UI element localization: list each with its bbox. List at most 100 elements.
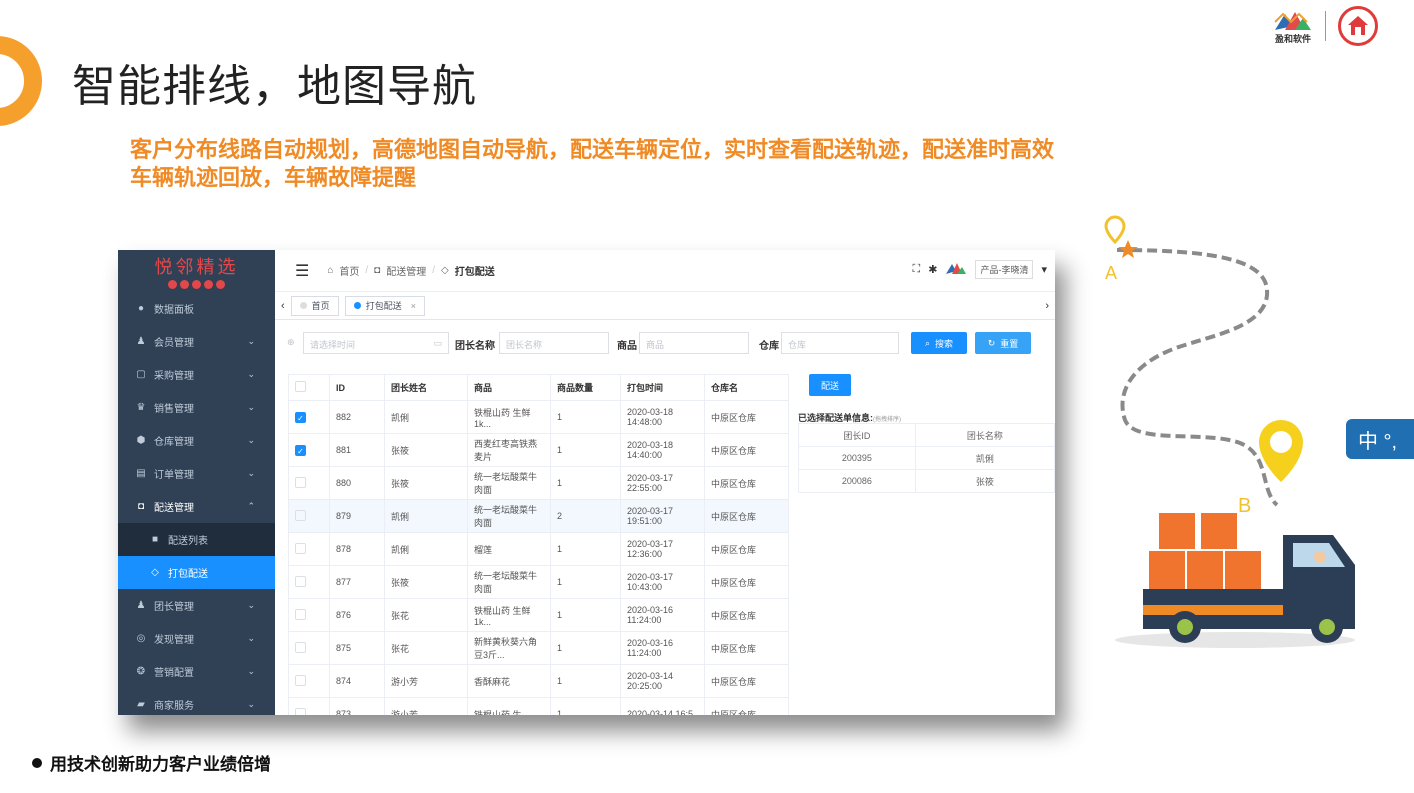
sidebar-item-dashboard[interactable]: ● 数据面板 bbox=[118, 292, 275, 325]
tab-package-delivery[interactable]: 打包配送 × bbox=[344, 295, 425, 316]
package-table: ID 团长姓名 商品 商品数量 打包时间 仓库名 ✓ 882 凯俐 铁棍山药 生鲜1… bbox=[288, 374, 789, 715]
search-button[interactable]: ⌕ 搜索 bbox=[911, 332, 967, 354]
row-checkbox[interactable] bbox=[295, 674, 306, 686]
column-header-warehouse[interactable]: 仓库名 bbox=[704, 374, 789, 401]
sidebar-item-delivery-list[interactable]: ■ 配送列表 bbox=[118, 523, 275, 556]
table-row[interactable]: ✓ 882 凯俐 铁棍山药 生鲜1k... 1 2020-03-18 14:48:00 中… bbox=[288, 400, 789, 434]
sidebar-item-purchase[interactable]: ▢ 采购管理 ⌄ bbox=[118, 358, 275, 391]
table-row[interactable]: 873 游小芳 铁棍山药 生 1 2020-03-14 16:5 中原区仓库 bbox=[288, 697, 789, 715]
row-checkbox[interactable] bbox=[295, 641, 306, 653]
members-icon: ♟ bbox=[136, 336, 146, 347]
row-checkbox[interactable] bbox=[295, 509, 306, 521]
row-checkbox[interactable] bbox=[295, 608, 306, 620]
breadcrumb-separator: / bbox=[432, 265, 435, 276]
reset-button[interactable]: ↻ 重置 bbox=[975, 332, 1031, 354]
table-row[interactable]: 875 张花 新鲜黄秋葵六角豆3斤... 1 2020-03-16 11:24:00 中原… bbox=[288, 631, 789, 665]
sidebar-item-package-delivery[interactable]: ◇ 打包配送 bbox=[118, 556, 275, 589]
row-select-cell[interactable] bbox=[288, 565, 330, 599]
logo-group: 盈和软件 bbox=[1273, 6, 1378, 46]
column-header-id[interactable]: ID bbox=[329, 374, 385, 401]
time-picker[interactable]: 请选择时间 ▭ bbox=[303, 332, 449, 354]
tabs-scroll-left-icon[interactable]: ‹ bbox=[281, 300, 285, 312]
leader-input[interactable]: 团长名称 bbox=[499, 332, 609, 354]
sidebar-item-discover[interactable]: ◎ 发现管理 ⌄ bbox=[118, 622, 275, 655]
chat-bubble[interactable]: 中 °, bbox=[1346, 419, 1414, 459]
table-row[interactable]: ✓ 881 张筱 西麦红枣高铁燕麦片 1 2020-03-18 14:40:00 中原区仓… bbox=[288, 433, 789, 467]
selected-row[interactable]: 200395 凯俐 bbox=[798, 446, 1055, 470]
user-avatar[interactable] bbox=[945, 261, 967, 278]
row-checkbox[interactable] bbox=[295, 707, 306, 715]
tabs-scroll-right-icon[interactable]: › bbox=[1045, 300, 1049, 312]
row-select-cell[interactable] bbox=[288, 499, 330, 533]
row-select-cell[interactable] bbox=[288, 664, 330, 698]
caret-down-icon[interactable]: ▾ bbox=[1041, 263, 1047, 276]
select-all-cell[interactable] bbox=[288, 374, 330, 401]
close-icon[interactable]: × bbox=[411, 301, 416, 311]
cell-time: 2020-03-14 16:5 bbox=[620, 697, 705, 715]
table-row[interactable]: 877 张筱 统一老坛酸菜牛肉面 1 2020-03-17 10:43:00 中原区仓库 bbox=[288, 565, 789, 599]
sidebar-item-orders[interactable]: ▤ 订单管理 ⌄ bbox=[118, 457, 275, 490]
goods-input[interactable]: 商品 bbox=[639, 332, 749, 354]
row-checkbox[interactable] bbox=[295, 542, 306, 554]
sidebar-item-merchant[interactable]: ▰ 商家服务 ⌄ bbox=[118, 688, 275, 715]
column-header-goods[interactable]: 商品 bbox=[467, 374, 551, 401]
row-select-cell[interactable]: ✓ bbox=[288, 433, 330, 467]
tab-home[interactable]: 首页 bbox=[290, 295, 339, 316]
marker-a-label: A bbox=[1105, 263, 1117, 283]
table-row[interactable]: 874 游小芳 香酥麻花 1 2020-03-14 20:25:00 中原区仓库 bbox=[288, 664, 789, 698]
column-header-qty[interactable]: 商品数量 bbox=[550, 374, 621, 401]
cell-warehouse: 中原区仓库 bbox=[704, 664, 789, 698]
selected-row[interactable]: 200086 张筱 bbox=[798, 469, 1055, 493]
table-row[interactable]: 879 凯俐 统一老坛酸菜牛肉面 2 2020-03-17 19:51:00 中原区仓库 bbox=[288, 499, 789, 533]
cell-leader: 张筱 bbox=[384, 433, 468, 467]
refresh-icon: ↻ bbox=[987, 337, 996, 348]
chevron-down-icon: ⌄ bbox=[247, 336, 255, 346]
row-checkbox[interactable] bbox=[295, 575, 306, 587]
column-header-time[interactable]: 打包时间 bbox=[620, 374, 705, 401]
chat-bubble-text: 中 °, bbox=[1358, 431, 1398, 453]
row-checkbox[interactable] bbox=[295, 476, 306, 488]
row-select-cell[interactable] bbox=[288, 466, 330, 500]
row-checkbox-checked[interactable]: ✓ bbox=[295, 444, 306, 456]
sidebar-item-label: 会员管理 bbox=[154, 338, 194, 349]
row-select-cell[interactable] bbox=[288, 631, 330, 665]
cell-leader: 游小芳 bbox=[384, 697, 468, 715]
row-select-cell[interactable]: ✓ bbox=[288, 400, 330, 434]
sidebar-item-warehouse[interactable]: ⬢ 仓库管理 ⌄ bbox=[118, 424, 275, 457]
warehouse-input[interactable]: 仓库 bbox=[781, 332, 899, 354]
row-select-cell[interactable] bbox=[288, 598, 330, 632]
bug-icon[interactable]: ✱ bbox=[928, 263, 937, 276]
sidebar-item-label: 采购管理 bbox=[154, 371, 194, 382]
chevron-down-icon: ⌄ bbox=[247, 369, 255, 379]
cell-id: 879 bbox=[329, 499, 385, 533]
select-all-checkbox[interactable] bbox=[295, 381, 306, 392]
cell-qty: 1 bbox=[550, 433, 621, 467]
fullscreen-icon[interactable]: ⛶ bbox=[913, 263, 921, 276]
cell-warehouse: 中原区仓库 bbox=[704, 565, 789, 599]
table-row[interactable]: 876 张花 铁棍山药 生鲜1k... 1 2020-03-16 11:24:00 中原区… bbox=[288, 598, 789, 632]
breadcrumb-section[interactable]: 配送管理 bbox=[386, 263, 426, 278]
sidebar-item-delivery[interactable]: ◘ 配送管理 ⌃ bbox=[118, 490, 275, 523]
bullet-dot bbox=[32, 757, 42, 768]
table-row[interactable]: 880 张筱 统一老坛酸菜牛肉面 1 2020-03-17 22:55:00 中原区仓库 bbox=[288, 466, 789, 500]
cell-id: 881 bbox=[329, 433, 385, 467]
sidebar-item-marketing[interactable]: ❂ 营销配置 ⌄ bbox=[118, 655, 275, 688]
sidebar-item-members[interactable]: ♟ 会员管理 ⌄ bbox=[118, 325, 275, 358]
column-header-leader[interactable]: 团长姓名 bbox=[384, 374, 468, 401]
sidebar-item-leaders[interactable]: ♟ 团长管理 ⌄ bbox=[118, 589, 275, 622]
table-row[interactable]: 878 凯俐 榴莲 1 2020-03-17 12:36:00 中原区仓库 bbox=[288, 532, 789, 566]
brand-logo[interactable]: 悦邻精选 bbox=[118, 250, 275, 292]
delivery-icon: ◘ bbox=[137, 501, 145, 512]
cell-time: 2020-03-14 20:25:00 bbox=[620, 664, 705, 698]
user-select[interactable]: 产品-李晓清 bbox=[975, 260, 1034, 279]
sidebar-item-sales[interactable]: ♛ 销售管理 ⌄ bbox=[118, 391, 275, 424]
row-select-cell[interactable] bbox=[288, 697, 330, 715]
hamburger-menu-icon[interactable]: ☰ bbox=[295, 261, 309, 281]
row-checkbox-checked[interactable]: ✓ bbox=[295, 411, 306, 423]
row-select-cell[interactable] bbox=[288, 532, 330, 566]
breadcrumb-home[interactable]: 首页 bbox=[339, 263, 359, 278]
home-icon: ⌂ bbox=[327, 265, 334, 276]
send-button[interactable]: 配送 bbox=[809, 374, 851, 396]
cell-time: 2020-03-16 11:24:00 bbox=[620, 631, 705, 665]
cell-qty: 1 bbox=[550, 466, 621, 500]
